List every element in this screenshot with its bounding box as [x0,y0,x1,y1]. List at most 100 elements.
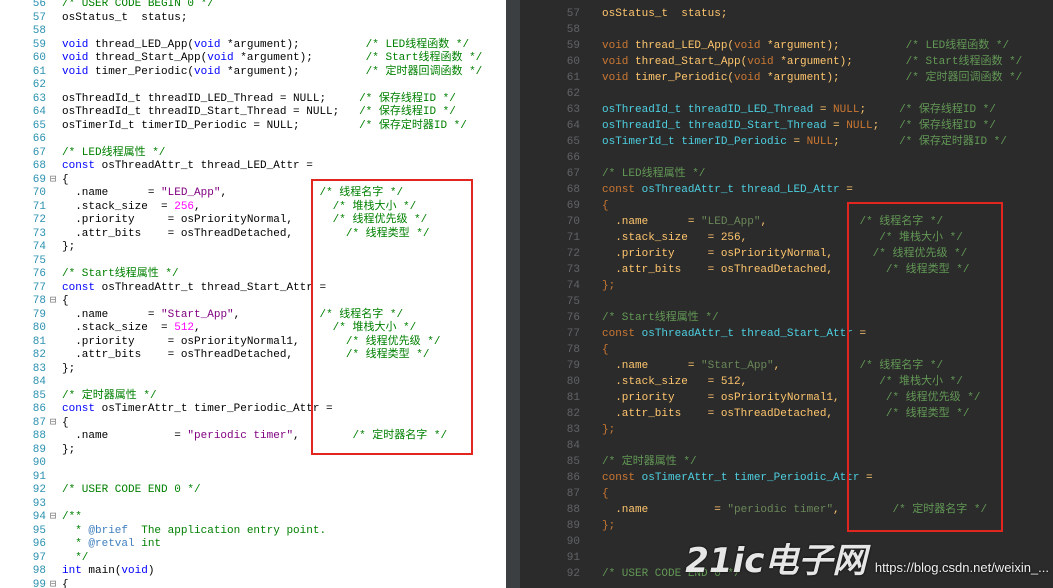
code-line[interactable]: 97 */ [0,551,89,566]
line-number: 64 [32,106,46,118]
code-token: void [734,40,761,52]
line-number: 65 [32,119,46,132]
code-line[interactable]: 68 const osThreadAttr_t thread_LED_Attr = [520,182,853,198]
line-number: 62 [32,79,46,91]
line-number: 76 [566,312,580,324]
code-token: */ [62,551,89,564]
code-token: "periodic timer" [187,430,294,442]
code-text: /** [62,511,82,525]
code-line[interactable]: 59 void thread_LED_App(void *argument); /… [0,39,469,53]
code-line[interactable]: 67 /* LED线程属性 */ [520,166,706,182]
line-number: 66 [32,133,46,145]
line-number: 66 [566,152,580,164]
code-line[interactable]: 65 osTimerId_t timerID_Periodic = NULL; /… [520,134,1007,150]
code-line[interactable]: 62 [0,79,62,93]
code-line[interactable]: 91 [0,471,62,485]
code-token: /* 保存定时器ID */ [899,136,1007,148]
code-line[interactable]: 75 [0,255,62,269]
code-line[interactable]: 65 osTimerId_t timerID_Periodic = NULL; /… [0,120,467,134]
code-token: *argument); [220,38,366,51]
code-token: , [233,308,320,321]
code-line[interactable]: 91 [520,550,602,566]
code-token: { [62,295,69,307]
code-text: }; [602,422,615,438]
code-line[interactable]: 77 const osThreadAttr_t thread_Start_Attr… [520,326,866,342]
fold-marker-icon[interactable]: ⊟ [46,295,60,309]
code-line[interactable]: 86 const osTimerAttr_t timer_Periodic_Att… [0,403,333,417]
code-line[interactable]: 87 { [520,486,609,502]
code-line[interactable]: 89}; [520,518,615,534]
code-line[interactable]: 74}; [0,241,75,255]
code-text: }; [602,518,615,534]
code-token: .stack_size = 512, [602,376,880,388]
code-line[interactable]: 98 int main(void) [0,565,155,579]
code-line[interactable]: 66 [0,133,62,147]
fold-marker-icon[interactable]: ⊟ [46,579,60,588]
code-line[interactable]: 76 /* Start线程属性 */ [520,310,719,326]
code-token: ; [859,104,900,116]
code-line[interactable]: 67 /* LED线程属性 */ [0,147,166,161]
code-token: }; [62,241,76,253]
code-line[interactable]: 84 [520,438,602,454]
code-token: .stack_size = 256, [602,232,880,244]
code-text: }; [62,363,75,377]
code-line[interactable]: 62 [520,86,602,102]
code-line[interactable]: 96 * @retval int [0,538,161,552]
code-line[interactable]: 58 [0,25,62,39]
code-line[interactable]: 87 ⊟{ [0,417,69,431]
code-line[interactable]: 92 /* USER CODE END 0 */ [0,484,201,498]
code-line[interactable]: 61 void timer_Periodic(void *argument); /… [520,70,1022,86]
code-line[interactable]: 56 /* USER CODE BEGIN 0 */ [0,0,214,12]
line-number: 70 [32,187,46,199]
code-line[interactable]: 69 { [520,198,609,214]
code-line[interactable]: 83}; [0,363,75,377]
code-line[interactable]: 61 void timer_Periodic(void *argument); /… [0,66,482,80]
code-line[interactable]: 60 void thread_Start_App(void *argument);… [520,54,1023,70]
code-line[interactable]: 94 ⊟/** [0,511,82,525]
code-line[interactable]: 57 osStatus_t status; [520,6,728,22]
code-token: /* Start线程函数 */ [365,52,483,64]
line-number: 84 [32,376,46,388]
code-line[interactable]: 64 osThreadId_t threadID_Start_Thread = N… [0,106,456,120]
fold-marker-icon[interactable]: ⊟ [46,417,60,431]
code-line[interactable]: 63 osThreadId_t threadID_LED_Thread = NUL… [520,102,996,118]
code-line[interactable]: 90 [0,457,62,471]
line-number: 89 [566,520,580,532]
code-line[interactable]: 78 ⊟{ [0,295,69,309]
code-line[interactable]: 64 osThreadId_t threadID_Start_Thread = N… [520,118,996,134]
code-text: void thread_Start_App(void *argument); /… [602,54,1022,70]
code-line[interactable]: 85 /* 定时器属性 */ [520,454,697,470]
code-line[interactable]: 85 /* 定时器属性 */ [0,390,157,404]
code-line[interactable]: 68 const osThreadAttr_t thread_LED_Attr = [0,160,313,174]
fold-marker-icon[interactable]: ⊟ [46,174,60,188]
code-line[interactable]: 78 { [520,342,609,358]
code-token: .stack_size = [62,322,175,334]
code-line[interactable]: 89}; [0,444,75,458]
code-line[interactable]: 58 [520,22,602,38]
line-number: 56 [32,0,46,10]
code-line[interactable]: 99 ⊟{ [0,579,69,588]
line-number: 90 [566,536,580,548]
code-line[interactable]: 93 [0,498,62,512]
code-line[interactable]: 76 /* Start线程属性 */ [0,268,179,282]
fold-marker-icon[interactable]: ⊟ [46,511,60,525]
code-line[interactable]: 75 [520,294,602,310]
code-line[interactable]: 95 * @brief The application entry point. [0,525,326,539]
code-line[interactable]: 57 osStatus_t status; [0,12,188,26]
code-line[interactable]: 86 const osTimerAttr_t timer_Periodic_Att… [520,470,873,486]
code-line[interactable]: 63 osThreadId_t threadID_LED_Thread = NUL… [0,93,456,107]
code-line[interactable]: 74}; [520,278,615,294]
right-comment-highlight-box [847,202,1003,532]
code-token: /* Start线程函数 */ [905,56,1023,68]
code-line[interactable]: 84 [0,376,62,390]
code-line[interactable]: 90 [520,534,602,550]
code-line[interactable]: 69 ⊟{ [0,174,69,188]
code-line[interactable]: 83}; [520,422,615,438]
code-line[interactable]: 77 const osThreadAttr_t thread_Start_Attr… [0,282,326,296]
code-token: .attr_bits = osThreadDetached, [62,349,346,361]
code-line[interactable]: 66 [520,150,602,166]
code-text: osTimerId_t timerID_Periodic = NULL; /* … [602,134,1007,150]
code-line[interactable]: 60 void thread_Start_App(void *argument);… [0,52,483,66]
code-token: .priority = osPriorityNormal, [602,248,873,260]
code-line[interactable]: 59 void thread_LED_App(void *argument); /… [520,38,1009,54]
